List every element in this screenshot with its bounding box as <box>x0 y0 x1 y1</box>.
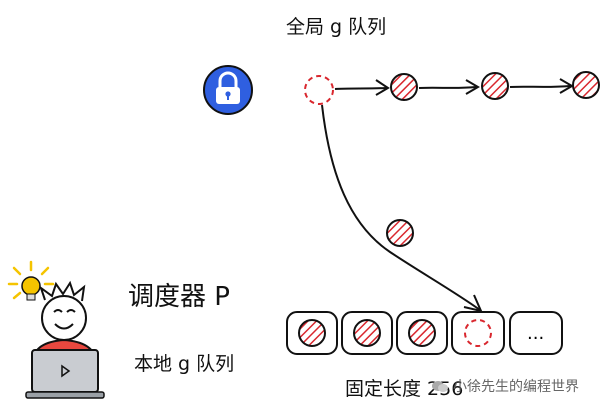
laptop-icon <box>25 349 105 399</box>
local-goroutine-2 <box>353 319 381 347</box>
global-goroutine-1 <box>390 73 418 101</box>
watermark-text: 小徐先生的编程世界 <box>453 379 579 395</box>
person-illustration <box>31 280 98 361</box>
global-goroutine-2 <box>481 72 509 100</box>
local-queue-ellipsis: ... <box>527 323 544 344</box>
scheduler-label: 调度器 P <box>128 282 230 312</box>
moving-goroutine <box>386 219 414 247</box>
lightbulb-icon <box>7 260 55 301</box>
diagram-art: ... <box>7 65 600 399</box>
local-queue-slot-4 <box>451 311 505 355</box>
local-goroutine-3 <box>408 319 436 347</box>
local-queue: ... <box>286 311 563 355</box>
local-goroutine-1 <box>298 319 326 347</box>
global-queue-label: 全局 g 队列 <box>286 16 387 38</box>
global-queue-link-2 <box>418 79 480 95</box>
global-queue-link-1 <box>334 79 390 96</box>
global-queue-empty-slot <box>304 75 334 105</box>
watermark: 小徐先生的编程世界 <box>431 376 579 396</box>
global-goroutine-3 <box>572 71 600 99</box>
global-queue-link-3 <box>509 78 574 94</box>
local-queue-label: 本地 g 队列 <box>134 353 235 375</box>
wechat-icon <box>432 380 448 392</box>
goroutine-scheduler-diagram: ... 全局 g 队列 调度器 P 本地 g 队列 固定长度 256 小徐先生的… <box>0 0 612 411</box>
transfer-arrow <box>321 104 483 313</box>
lock-icon <box>203 65 253 115</box>
